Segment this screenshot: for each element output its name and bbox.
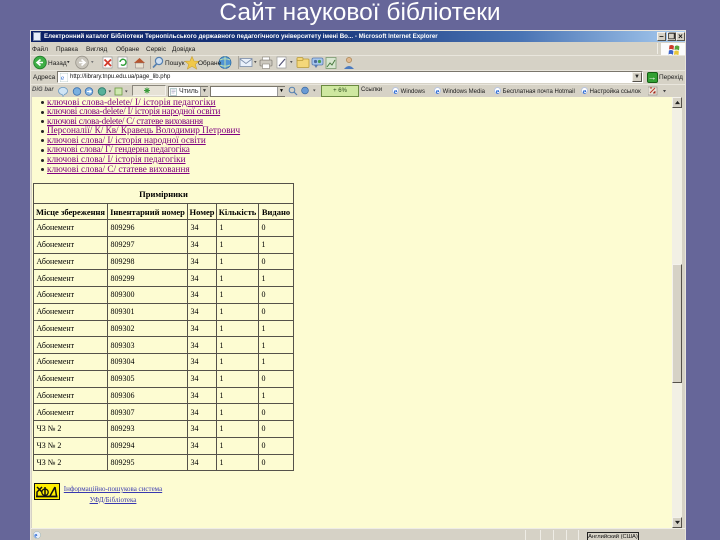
- svg-text:e: e: [61, 74, 64, 82]
- svg-text:e: e: [34, 532, 37, 540]
